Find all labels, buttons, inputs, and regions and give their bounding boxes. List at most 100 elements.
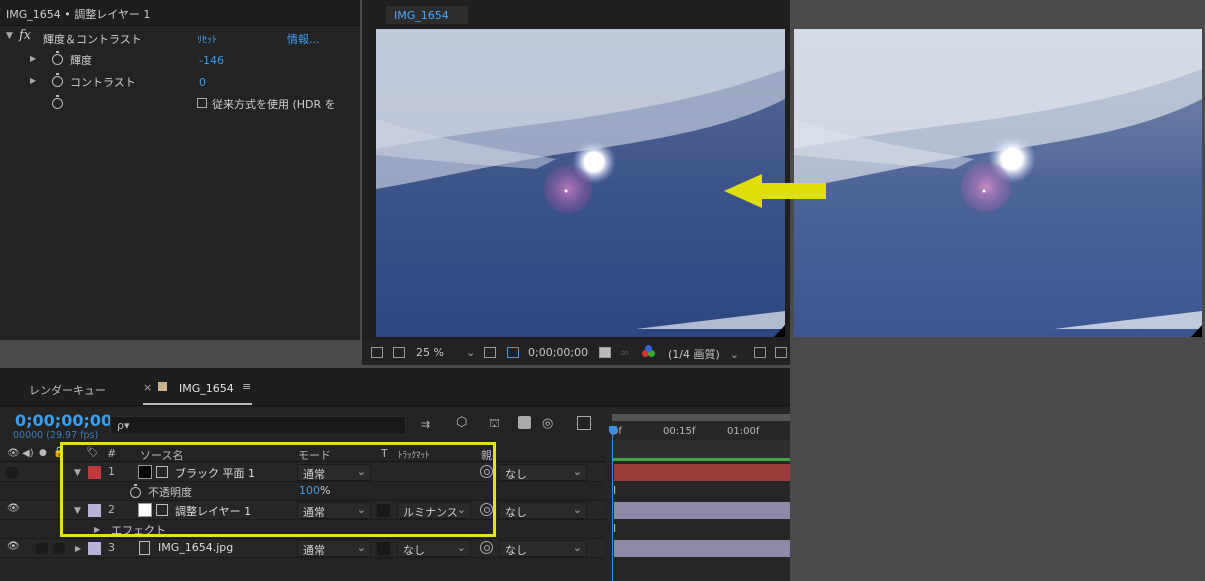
zoom-value: 25 % <box>416 346 444 359</box>
fx-icon[interactable]: fx <box>19 28 31 43</box>
expand-triangle-icon[interactable]: ▶ <box>30 76 36 85</box>
link-icon[interactable]: ∞ <box>620 346 629 359</box>
ruler-label-15f: 00:15f <box>663 426 696 437</box>
active-tab-underline <box>143 403 252 405</box>
label-color-swatch[interactable] <box>88 542 101 555</box>
lock-toggle[interactable] <box>53 543 65 554</box>
playhead-line <box>612 436 613 581</box>
chevron-down-icon: ⌄ <box>465 346 476 359</box>
close-icon[interactable]: × <box>143 381 152 394</box>
hamburger-menu-icon[interactable]: ≡ <box>242 380 251 393</box>
eye-icon: 👁 <box>7 448 20 459</box>
keyframe-navigator-icon: I <box>613 484 617 497</box>
zoom-dropdown[interactable]: 25 % ⌄ <box>416 346 475 359</box>
chevron-down-icon: ⌄ <box>456 541 466 554</box>
chevron-down-icon: ⌄ <box>572 541 582 554</box>
region-of-interest-icon[interactable] <box>754 347 766 358</box>
contrast-label: コントラスト <box>70 76 136 89</box>
preview-image-right <box>794 29 1202 337</box>
time-ruler[interactable] <box>612 440 790 458</box>
motion-blur-icon[interactable]: ◎ <box>542 416 553 431</box>
brightness-value[interactable]: -146 <box>199 54 224 67</box>
search-icon: ρ▾ <box>117 419 130 432</box>
current-time[interactable]: 0;00;00;00 <box>15 411 112 430</box>
parent-value: なし <box>505 544 527 557</box>
legacy-checkbox-label: 従来方式を使用 (HDR を <box>212 98 336 111</box>
layer-row-3[interactable]: 👁 ▶ 3 IMG_1654.jpg 通常 ⌄ なし ⌄ なし ⌄ <box>0 539 605 558</box>
info-link[interactable]: 情報... <box>287 31 320 47</box>
effect-controls-header: IMG_1654 • 調整レイヤー 1 <box>0 0 360 26</box>
solo-toggle[interactable] <box>36 543 48 554</box>
stopwatch-icon[interactable] <box>52 73 63 87</box>
collapse-triangle-icon[interactable]: ▼ <box>6 31 13 41</box>
grid-icon[interactable] <box>484 347 496 358</box>
work-area-bar[interactable] <box>612 414 790 421</box>
mode-value: 通常 <box>303 544 325 557</box>
viewer-timecode[interactable]: 0;00;00;00 <box>528 346 588 359</box>
layer-name[interactable]: IMG_1654.jpg <box>158 541 233 554</box>
chevron-down-icon: ⌄ <box>572 503 582 516</box>
chevron-down-icon: ⌄ <box>572 465 582 478</box>
chevron-down-icon: ⌄ <box>356 541 366 554</box>
solo-icon: ● <box>39 448 47 458</box>
mask-visibility-icon[interactable] <box>507 347 519 358</box>
shy-icon[interactable]: ⛫ <box>489 416 500 432</box>
contrast-value[interactable]: 0 <box>199 76 206 89</box>
trackmatte-value: なし <box>403 544 425 557</box>
parent-value: なし <box>505 468 527 481</box>
visibility-toggle[interactable] <box>6 467 18 478</box>
keyframe-navigator-icon: I <box>613 522 617 535</box>
mode-dropdown[interactable]: 通常 ⌄ <box>297 540 371 557</box>
layer-number: 3 <box>108 541 115 554</box>
arrow-left-icon <box>724 174 826 208</box>
audio-icon: ◀) <box>22 448 34 459</box>
transparency-grid-icon[interactable] <box>775 347 787 358</box>
frame-info: 00000 (29.97 fps) <box>13 430 99 441</box>
monitor-icon[interactable] <box>393 347 405 358</box>
contrast-row: ▶ コントラスト 0 <box>0 71 345 93</box>
eye-icon[interactable]: 👁 <box>7 541 20 552</box>
pickwhip-icon[interactable] <box>480 541 493 554</box>
frame-blending-icon[interactable] <box>518 416 531 429</box>
eye-icon[interactable]: 👁 <box>7 503 20 514</box>
render-bar <box>612 458 790 461</box>
composition-tab[interactable]: IMG_1654 <box>386 6 468 24</box>
layer-bar-1[interactable] <box>614 464 790 481</box>
effect-row[interactable]: ▼ fx 輝度＆コントラスト ﾘｾｯﾄ 情報... <box>0 27 345 49</box>
stopwatch-icon[interactable] <box>52 95 63 109</box>
tab-img-1654[interactable]: IMG_1654 <box>179 382 234 395</box>
tab-render-queue[interactable]: レンダーキュー <box>29 382 106 398</box>
effect-name: 輝度＆コントラスト <box>43 33 142 46</box>
graph-editor-icon[interactable] <box>577 416 591 430</box>
expand-triangle-icon[interactable]: ▶ <box>30 54 36 63</box>
camera-icon[interactable] <box>599 347 611 358</box>
resolution-dropdown[interactable]: (1/4 画質) ⌄ <box>668 346 739 362</box>
viewer-toolbar: 25 % ⌄ 0;00;00;00 ∞ (1/4 画質) ⌄ <box>362 341 790 365</box>
ruler-label-1s: 01:00f <box>727 426 760 437</box>
composition-icon <box>158 382 167 391</box>
brightness-row: ▶ 輝度 -146 <box>0 49 345 71</box>
always-preview-icon[interactable] <box>371 347 383 358</box>
highlight-box <box>60 442 496 537</box>
stopwatch-icon[interactable] <box>52 51 63 65</box>
layer-bar-2[interactable] <box>614 502 790 519</box>
preserve-transparency-toggle[interactable] <box>377 542 390 555</box>
chevron-down-icon: ⌄ <box>729 348 740 361</box>
layer-bar-3[interactable] <box>614 540 790 557</box>
reset-link[interactable]: ﾘｾｯﾄ <box>197 31 217 46</box>
color-channels-icon[interactable] <box>642 345 656 359</box>
trackmatte-dropdown[interactable]: なし ⌄ <box>397 540 471 557</box>
draft-3d-icon[interactable]: ⬡ <box>456 415 467 430</box>
resolution-value: (1/4 画質) <box>668 348 720 361</box>
expand-triangle-icon[interactable]: ▶ <box>75 544 81 553</box>
image-file-icon <box>139 541 150 555</box>
parent-dropdown[interactable]: なし ⌄ <box>499 464 587 481</box>
parent-value: なし <box>505 506 527 519</box>
comp-mini-flowchart-icon[interactable]: ⇉ <box>421 418 430 431</box>
parent-dropdown[interactable]: なし ⌄ <box>499 502 587 519</box>
parent-dropdown[interactable]: なし ⌄ <box>499 540 587 557</box>
timeline-tabs: レンダーキュー × IMG_1654 ≡ <box>0 368 790 406</box>
search-input[interactable]: ρ▾ <box>110 416 406 435</box>
legacy-row: 従来方式を使用 (HDR を <box>0 93 345 115</box>
legacy-checkbox[interactable] <box>197 98 207 108</box>
